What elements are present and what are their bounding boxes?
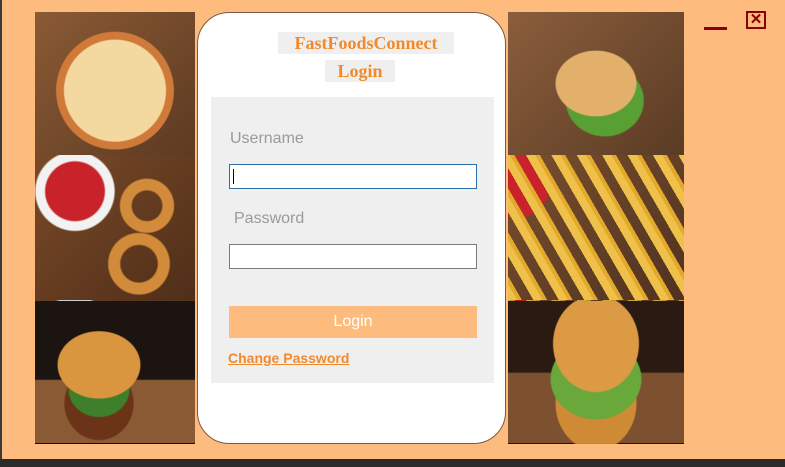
minimize-icon[interactable] (704, 27, 727, 30)
sandwich-image (508, 12, 684, 156)
taskbar-strip (0, 459, 785, 467)
username-input[interactable] (229, 164, 477, 189)
app-title: FastFoodsConnect (278, 32, 454, 54)
username-label: Username (230, 130, 304, 147)
window-left-edge (0, 0, 2, 459)
fries-image (508, 155, 684, 301)
chicken-burger-image (508, 301, 684, 444)
pizza-image (35, 12, 195, 156)
password-input[interactable] (229, 244, 477, 269)
login-heading: Login (325, 60, 395, 82)
password-label: Password (234, 210, 305, 227)
onion-rings-image (35, 155, 195, 301)
login-form-panel: Username Password Login Change Password (211, 97, 494, 383)
change-password-link[interactable]: Change Password (228, 350, 349, 366)
login-button[interactable]: Login (229, 306, 477, 338)
burgers-image (35, 301, 195, 444)
close-icon[interactable]: ✕ (746, 11, 766, 29)
login-card: FastFoodsConnect Login Username Password… (197, 12, 506, 444)
